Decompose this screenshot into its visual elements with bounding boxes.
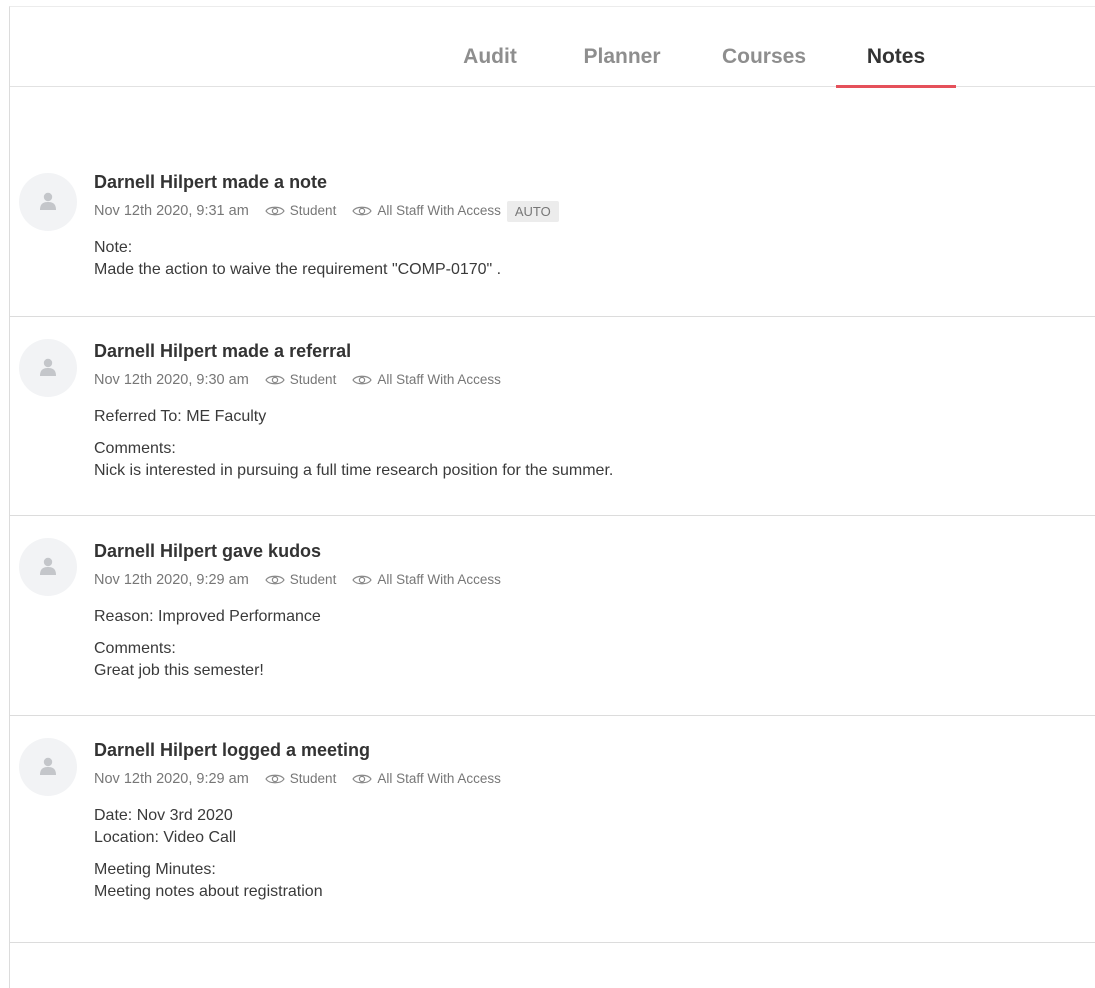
notes-panel: Audit Planner Courses Notes Darnell Hilp… xyxy=(9,6,1095,988)
entry-body: Note: Made the action to waive the requi… xyxy=(94,237,1095,281)
eye-icon xyxy=(352,375,373,385)
eye-icon xyxy=(265,375,285,385)
visibility-staff: All Staff With Access xyxy=(352,202,501,220)
user-icon xyxy=(40,557,56,575)
visibility-student: Student xyxy=(265,202,337,220)
body-line: Referred To: ME Faculty xyxy=(94,408,267,425)
entry-timestamp: Nov 12th 2020, 9:31 am xyxy=(94,203,249,219)
visibility-label: Student xyxy=(289,771,337,786)
entry-content: Darnell Hilpert made a referral Nov 12th… xyxy=(94,340,1095,482)
body-line: Great job this semester! xyxy=(94,662,264,679)
entry-body: Date: Nov 3rd 2020 Location: Video Call … xyxy=(94,805,1095,903)
tab-audit[interactable]: Audit xyxy=(452,7,528,86)
entry-meta: Nov 12th 2020, 9:30 am Student All Staff… xyxy=(94,370,1095,390)
visibility-label: Student xyxy=(289,203,337,218)
eye-icon xyxy=(352,774,373,784)
body-line: Meeting Minutes: xyxy=(94,861,216,878)
entry-timestamp: Nov 12th 2020, 9:29 am xyxy=(94,771,249,787)
visibility-label: Student xyxy=(289,372,337,387)
entry-content: Darnell Hilpert gave kudos Nov 12th 2020… xyxy=(94,540,1095,682)
eye-icon xyxy=(265,575,285,585)
feed-entry-note: Darnell Hilpert made a note Nov 12th 202… xyxy=(10,151,1095,317)
visibility-label: All Staff With Access xyxy=(377,572,501,587)
avatar xyxy=(19,738,77,796)
tab-planner[interactable]: Planner xyxy=(572,7,672,86)
entry-title: Darnell Hilpert made a note xyxy=(94,172,328,192)
tab-courses[interactable]: Courses xyxy=(714,7,814,86)
visibility-label: All Staff With Access xyxy=(377,372,501,387)
visibility-staff: All Staff With Access xyxy=(352,770,501,788)
avatar xyxy=(19,538,77,596)
activity-feed: Darnell Hilpert made a note Nov 12th 202… xyxy=(10,151,1095,943)
avatar xyxy=(19,173,77,231)
entry-body: Referred To: ME Faculty Comments: Nick i… xyxy=(94,406,1095,482)
entry-body: Reason: Improved Performance Comments: G… xyxy=(94,606,1095,682)
entry-meta: Nov 12th 2020, 9:29 am Student All Staff… xyxy=(94,570,1095,590)
tab-notes[interactable]: Notes xyxy=(836,7,956,88)
entry-timestamp: Nov 12th 2020, 9:30 am xyxy=(94,372,249,388)
entry-meta: Nov 12th 2020, 9:31 am Student All Staff… xyxy=(94,200,1095,222)
entry-content: Darnell Hilpert logged a meeting Nov 12t… xyxy=(94,739,1095,903)
entry-timestamp: Nov 12th 2020, 9:29 am xyxy=(94,572,249,588)
user-icon xyxy=(40,192,56,210)
visibility-label: Student xyxy=(289,572,337,587)
user-icon xyxy=(40,757,56,775)
body-line: Made the action to waive the requirement… xyxy=(94,261,502,278)
visibility-student: Student xyxy=(265,770,337,788)
body-line: Nick is interested in pursuing a full ti… xyxy=(94,462,614,479)
body-line: Location: Video Call xyxy=(94,829,237,846)
body-line: Date: Nov 3rd 2020 xyxy=(94,807,233,824)
visibility-student: Student xyxy=(265,371,337,389)
body-line: Note: xyxy=(94,239,133,256)
entry-title: Darnell Hilpert made a referral xyxy=(94,341,352,361)
tab-bar: Audit Planner Courses Notes xyxy=(10,7,1095,88)
feed-entry-kudos: Darnell Hilpert gave kudos Nov 12th 2020… xyxy=(10,516,1095,716)
visibility-label: All Staff With Access xyxy=(377,771,501,786)
entry-title: Darnell Hilpert logged a meeting xyxy=(94,740,371,760)
feed-entry-meeting: Darnell Hilpert logged a meeting Nov 12t… xyxy=(10,716,1095,943)
visibility-staff: All Staff With Access xyxy=(352,371,501,389)
feed-entry-referral: Darnell Hilpert made a referral Nov 12th… xyxy=(10,317,1095,516)
avatar xyxy=(19,339,77,397)
visibility-label: All Staff With Access xyxy=(377,203,501,218)
body-line: Comments: xyxy=(94,640,176,657)
body-line: Meeting notes about registration xyxy=(94,883,323,900)
visibility-student: Student xyxy=(265,571,337,589)
eye-icon xyxy=(265,206,285,216)
eye-icon xyxy=(352,206,373,216)
auto-badge: AUTO xyxy=(506,200,559,222)
eye-icon xyxy=(265,774,285,784)
body-line: Comments: xyxy=(94,440,176,457)
body-line: Reason: Improved Performance xyxy=(94,608,321,625)
entry-content: Darnell Hilpert made a note Nov 12th 202… xyxy=(94,171,1095,281)
visibility-staff: All Staff With Access xyxy=(352,571,501,589)
eye-icon xyxy=(352,575,373,585)
entry-meta: Nov 12th 2020, 9:29 am Student All Staff… xyxy=(94,769,1095,789)
entry-title: Darnell Hilpert gave kudos xyxy=(94,541,322,561)
user-icon xyxy=(40,358,56,376)
